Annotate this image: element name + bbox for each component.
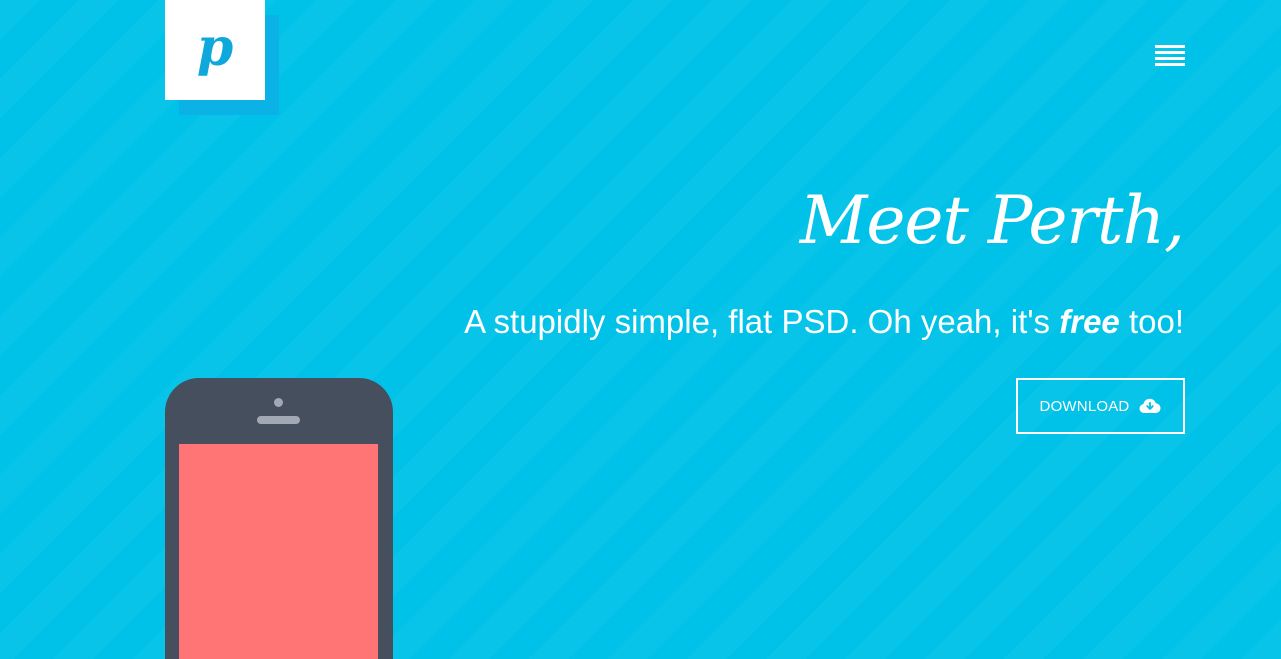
menu-line (1155, 63, 1185, 66)
download-button-label: DOWNLOAD (1039, 397, 1130, 415)
menu-line (1155, 57, 1185, 60)
hero-tagline: A stupidly simple, flat PSD. Oh yeah, it… (464, 302, 1184, 342)
cloud-download-icon (1139, 398, 1161, 413)
phone-illustration (165, 378, 393, 659)
phone-speaker (257, 416, 300, 424)
hero-headline: Meet Perth, (799, 182, 1185, 259)
hamburger-menu-icon[interactable] (1153, 44, 1186, 68)
logo-letter: p (196, 17, 234, 78)
menu-line (1155, 51, 1185, 54)
phone-screen (179, 444, 378, 659)
tagline-emphasis: free (1059, 303, 1120, 340)
download-button[interactable]: DOWNLOAD (1016, 378, 1185, 434)
menu-line (1155, 45, 1185, 48)
tagline-text-end: too! (1119, 303, 1184, 340)
site-logo[interactable]: p (165, 0, 265, 100)
phone-camera (274, 398, 283, 407)
tagline-text: A stupidly simple, flat PSD. Oh yeah, it… (464, 303, 1060, 340)
